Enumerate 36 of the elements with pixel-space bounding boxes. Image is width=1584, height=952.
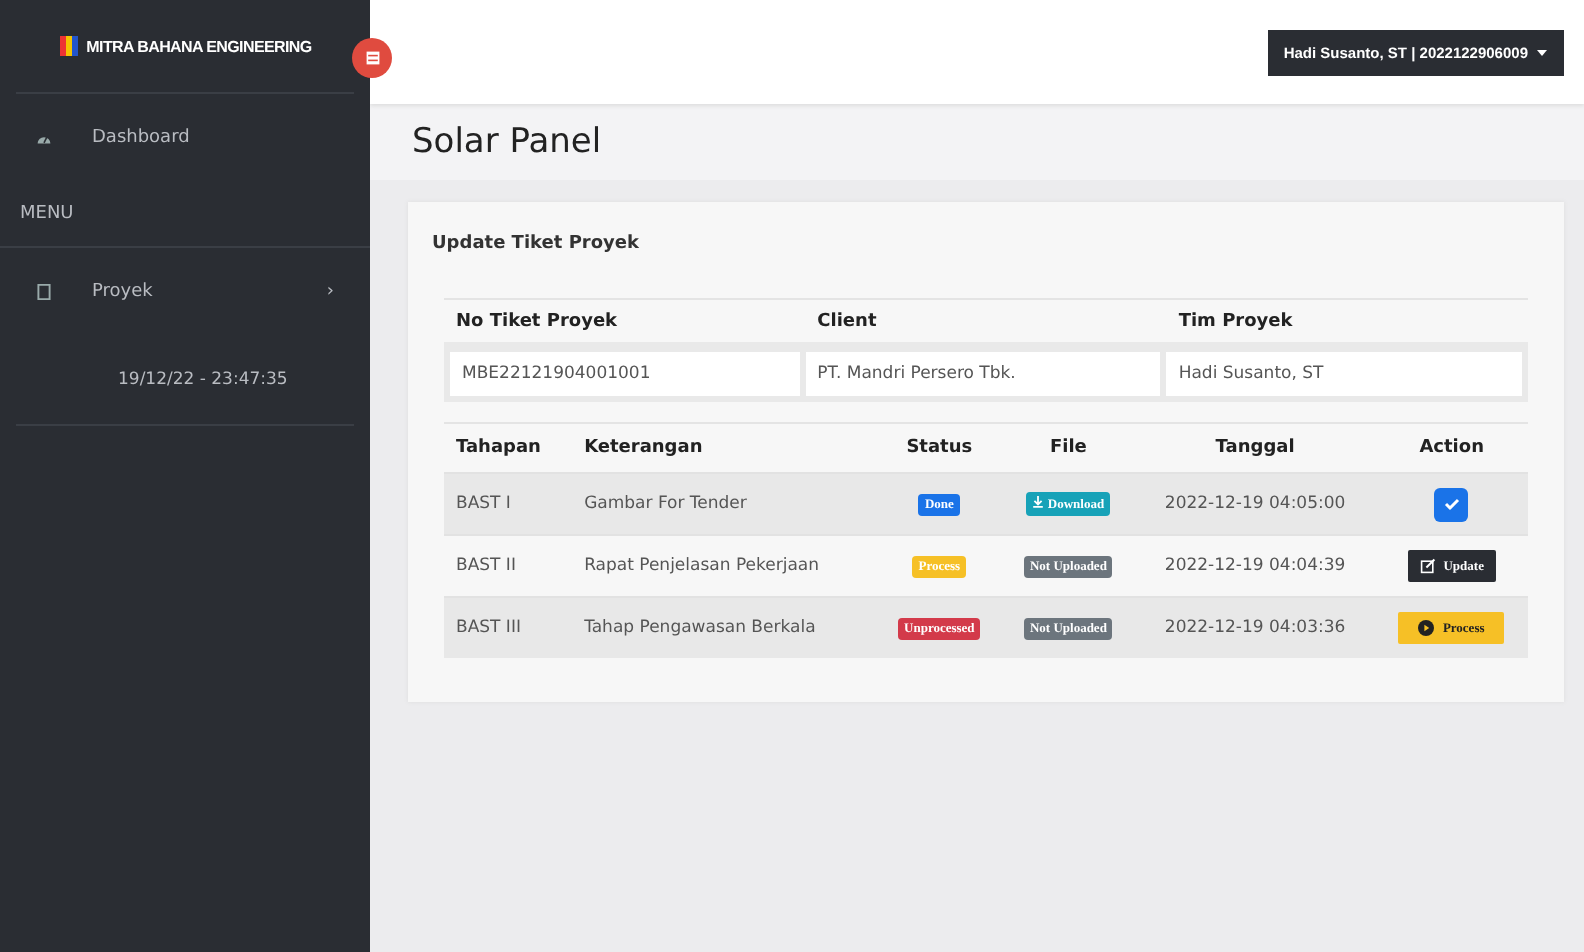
input-field[interactable]: PT. Mandri Persero Tbk. [805,352,1161,396]
flag-icon [58,36,79,56]
field-label: No Tiket Proyek [454,310,620,336]
table-cell: BAST I [444,473,573,535]
column-header: Status [876,423,1002,473]
column-header: Tahapan [444,423,573,473]
page-title: Solar Panel [410,120,604,166]
column-header: Tanggal [1134,423,1376,473]
table-cell: Gambar For Tender [572,473,877,535]
table-cell: 2022-12-19 04:03:36 [1134,597,1376,658]
card-title: Update Tiket Proyek [432,232,641,258]
column-header: Action [1375,423,1528,473]
caret-icon [1536,47,1548,57]
table-cell: Tahap Pengawasan Berkala [572,597,877,658]
input-field[interactable]: MBE22121904001001 [450,352,800,396]
book-icon [36,284,52,300]
table-cell: BAST III [444,597,573,658]
brand-name: MITRA BAHANA ENGINEERING [86,37,312,55]
clock-text: 19/12/22 - 23:47:35 [118,370,288,390]
column-header: File [1002,423,1135,473]
play-circle-icon [1418,620,1435,636]
edit-icon [1419,558,1436,574]
column-header: Keterangan [572,423,877,473]
menu-icon [363,50,381,66]
table-cell: 2022-12-19 04:05:00 [1134,473,1376,535]
sidebar-item[interactable]: Proyek › [16,248,354,336]
chevron-icon: › [326,282,334,302]
check-button[interactable] [1434,487,1469,521]
check-icon [1441,494,1462,514]
download-icon [1032,496,1045,508]
field-label: Tim Proyek [1176,310,1295,336]
field-label: Client [815,310,879,336]
sidebar-item[interactable]: Dashboard [16,94,354,182]
menu-header: MENU [20,204,74,224]
menu-toggle-button[interactable] [352,38,392,78]
input-field[interactable]: Hadi Susanto, ST [1166,352,1522,396]
